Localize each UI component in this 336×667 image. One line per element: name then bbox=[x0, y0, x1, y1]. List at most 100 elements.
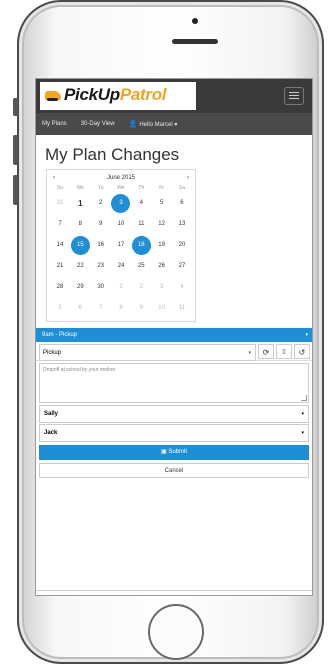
submit-button[interactable]: ▣ Submit bbox=[39, 445, 309, 460]
undo-icon[interactable]: ↺ bbox=[294, 343, 310, 359]
calendar-day[interactable]: 12 bbox=[152, 214, 172, 235]
nav-30-day-view[interactable]: 30-Day View bbox=[81, 121, 115, 127]
calendar-day-number: 22 bbox=[76, 263, 84, 269]
calendar-day[interactable]: 14 bbox=[50, 235, 70, 256]
cancel-button[interactable]: Cancel bbox=[39, 463, 309, 478]
calendar-day[interactable]: 30 bbox=[91, 277, 111, 298]
submit-label: Submit bbox=[168, 449, 188, 455]
calendar-day-number: 8 bbox=[119, 305, 123, 311]
calendar-day-number: 8 bbox=[78, 221, 82, 227]
calendar-day[interactable]: 10 bbox=[111, 214, 131, 235]
child-name: Jack bbox=[44, 430, 58, 436]
note-textarea[interactable]: Dropoff at school by your mother bbox=[39, 363, 309, 403]
calendar-day-number: 25 bbox=[137, 263, 145, 269]
calendar-day[interactable]: 4 bbox=[172, 277, 192, 298]
calendar-day-number: 29 bbox=[76, 284, 84, 290]
calendar-day-number: 10 bbox=[117, 221, 125, 227]
calendar-day[interactable]: 1 bbox=[70, 193, 90, 214]
car-icon bbox=[45, 91, 61, 101]
calendar-day-selected[interactable]: 15 bbox=[70, 235, 90, 256]
calendar-day[interactable]: 4 bbox=[131, 193, 151, 214]
calendar-day-number: 2 bbox=[98, 200, 103, 206]
mute-switch bbox=[13, 98, 18, 116]
calendar-day[interactable]: 2 bbox=[91, 193, 111, 214]
calendar-day-number: 7 bbox=[98, 305, 103, 311]
calendar-day[interactable]: 23 bbox=[91, 256, 111, 277]
calendar-day[interactable]: 5 bbox=[50, 298, 70, 319]
app-logo[interactable]: PickUpPatrol bbox=[40, 82, 196, 110]
nav-user-menu[interactable]: 👤 Hello Marcel ▾ bbox=[129, 120, 178, 128]
calendar-day[interactable]: 9 bbox=[131, 298, 151, 319]
calendar-day[interactable]: 28 bbox=[50, 277, 70, 298]
calendar-day[interactable]: 1 bbox=[111, 277, 131, 298]
calendar-day-number: 3 bbox=[159, 284, 164, 290]
calendar-day-number: 13 bbox=[178, 221, 186, 227]
next-month-button[interactable]: › bbox=[187, 175, 189, 181]
type-select[interactable]: Pickup ▾ bbox=[39, 343, 256, 361]
calendar-day-number: 3 bbox=[111, 194, 131, 213]
caret-down-icon: ▾ bbox=[248, 349, 251, 356]
time-slot-header[interactable]: 9am - Pickup ▾ bbox=[36, 328, 312, 342]
calendar-day[interactable]: 11 bbox=[172, 298, 192, 319]
prev-month-button[interactable]: ‹ bbox=[53, 175, 55, 181]
nav-my-plans[interactable]: My Plans bbox=[42, 121, 67, 127]
calendar-day[interactable]: 10 bbox=[152, 298, 172, 319]
calendar-day[interactable]: 7 bbox=[50, 214, 70, 235]
calendar-day[interactable]: 6 bbox=[70, 298, 90, 319]
user-name: Hello Marcel bbox=[139, 122, 173, 128]
calendar-day[interactable]: 2 bbox=[131, 277, 151, 298]
type-row: Pickup ▾ ⟳ ▯ ↺ bbox=[36, 342, 312, 361]
calendar-day[interactable]: 8 bbox=[111, 298, 131, 319]
trash-icon[interactable]: ▯ bbox=[276, 343, 292, 359]
caret-down-icon: ▾ bbox=[301, 430, 304, 436]
calendar-day[interactable]: 9 bbox=[91, 214, 111, 235]
time-slot-label: 9am - Pickup bbox=[42, 332, 78, 338]
calendar-day-number: 16 bbox=[97, 242, 104, 248]
child-name: Sally bbox=[44, 411, 59, 417]
calendar-day[interactable]: 11 bbox=[131, 214, 151, 235]
calendar-day[interactable]: 8 bbox=[70, 214, 90, 235]
calendar-day[interactable]: 24 bbox=[111, 256, 131, 277]
calendar-day[interactable]: 27 bbox=[172, 256, 192, 277]
calendar-day[interactable]: 3 bbox=[152, 277, 172, 298]
calendar-day[interactable]: 7 bbox=[91, 298, 111, 319]
calendar-day-number: 15 bbox=[70, 236, 90, 255]
calendar-day[interactable]: 13 bbox=[172, 214, 192, 235]
child-select-1[interactable]: Sally ▾ bbox=[39, 405, 309, 423]
calendar-day[interactable]: 19 bbox=[152, 235, 172, 256]
calendar-day-number: 19 bbox=[158, 242, 165, 248]
calendar-day[interactable]: 5 bbox=[152, 193, 172, 214]
calendar-month-label[interactable]: June 2015 bbox=[107, 175, 135, 181]
menu-toggle-button[interactable] bbox=[284, 87, 304, 105]
calendar-day[interactable]: 22 bbox=[70, 256, 90, 277]
calendar-day[interactable]: 20 bbox=[172, 235, 192, 256]
volume-up-button bbox=[13, 135, 18, 165]
app-header: PickUpPatrol bbox=[36, 79, 312, 113]
caret-down-icon: ▾ bbox=[305, 332, 308, 338]
child-select-2[interactable]: Jack ▾ bbox=[39, 424, 309, 442]
calendar-day-selected[interactable]: 3 bbox=[111, 193, 131, 214]
calendar-day[interactable]: 21 bbox=[50, 256, 70, 277]
calendar-day[interactable]: 17 bbox=[111, 235, 131, 256]
calendar-day-number: 31 bbox=[56, 200, 64, 206]
calendar-day[interactable]: 16 bbox=[91, 235, 111, 256]
resize-grip-icon[interactable] bbox=[301, 395, 307, 401]
calendar-day[interactable]: 26 bbox=[152, 256, 172, 277]
page-title: My Plan Changes bbox=[45, 145, 180, 164]
type-select-value: Pickup bbox=[43, 349, 62, 356]
calendar-header: ‹ June 2015 › bbox=[50, 172, 192, 184]
calendar-day-selected[interactable]: 18 bbox=[131, 235, 151, 256]
calendar-day[interactable]: 29 bbox=[70, 277, 90, 298]
calendar-day[interactable]: 25 bbox=[131, 256, 151, 277]
calendar-day-number: 23 bbox=[97, 263, 104, 269]
refresh-icon[interactable]: ⟳ bbox=[258, 343, 274, 359]
calendar-day[interactable]: 31 bbox=[50, 193, 70, 214]
calendar-day-number: 1 bbox=[78, 199, 83, 208]
home-button[interactable] bbox=[148, 604, 204, 660]
calendar-day-number: 6 bbox=[78, 305, 82, 311]
calendar-day-number: 2 bbox=[139, 284, 143, 290]
volume-down-button bbox=[13, 175, 18, 205]
calendar-day[interactable]: 6 bbox=[172, 193, 192, 214]
calendar-day-number: 21 bbox=[56, 263, 64, 269]
weekday-header: Th bbox=[138, 185, 145, 191]
